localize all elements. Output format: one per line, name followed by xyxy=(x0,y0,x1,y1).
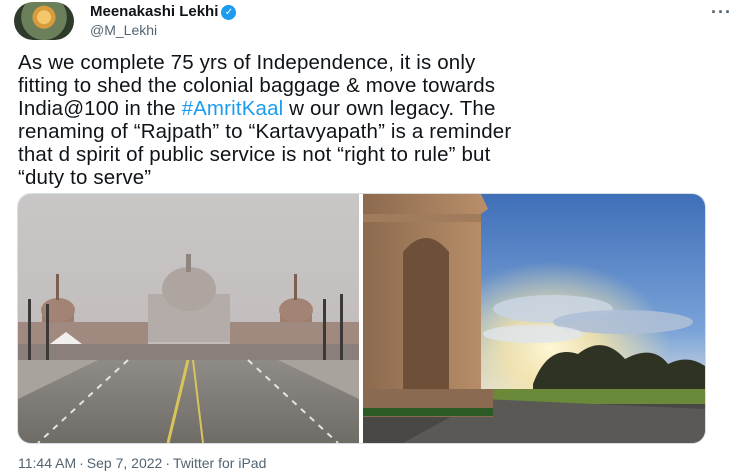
india-gate-photo[interactable] xyxy=(363,194,705,443)
separator: · xyxy=(165,455,170,471)
tweet-header: Meenakashi Lekhi ✓ @M_Lekhi ··· xyxy=(14,0,736,44)
tweet-source[interactable]: Twitter for iPad xyxy=(173,455,266,471)
more-options-icon[interactable]: ··· xyxy=(711,2,732,23)
author-block: Meenakashi Lekhi ✓ @M_Lekhi xyxy=(90,2,237,39)
rajpath-photo[interactable] xyxy=(18,194,359,443)
author-handle[interactable]: @M_Lekhi xyxy=(90,21,236,39)
media-grid xyxy=(17,193,706,444)
tweet-time[interactable]: 11:44 AM xyxy=(18,455,76,471)
tweet-text: As we complete 75 yrs of Independence, i… xyxy=(18,51,738,189)
hashtag-link[interactable]: #AmritKaal xyxy=(182,97,284,120)
tweet-date[interactable]: Sep 7, 2022 xyxy=(87,455,163,471)
separator: · xyxy=(79,455,84,471)
author-name[interactable]: Meenakashi Lekhi xyxy=(90,2,218,21)
avatar[interactable] xyxy=(14,2,74,40)
tweet-footer: 11:44 AM · Sep 7, 2022 · Twitter for iPad xyxy=(18,455,266,471)
verified-badge-icon: ✓ xyxy=(221,5,237,20)
